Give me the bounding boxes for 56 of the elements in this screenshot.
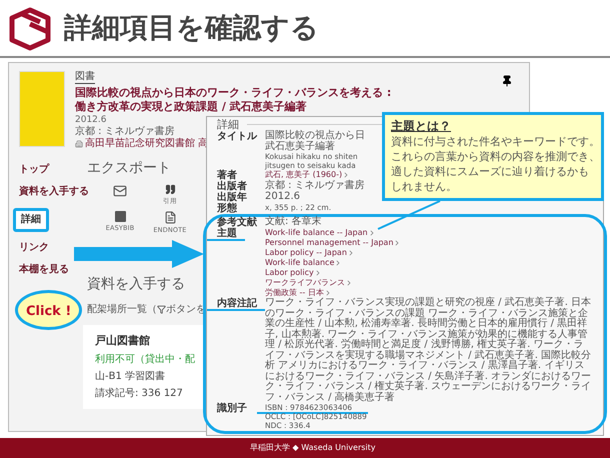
subject-link[interactable]: 武石, 恵美子 (1960-) bbox=[265, 170, 342, 180]
field-value: ワーク・ライフ・バランス実現の課題と研究の視座 / 武石恵美子著. 日本のワーク・ライフ・バランスの課題 ワーク・ライフ・バランス施策と企業の生産性 / 山本勲, 松浦寿幸著. 長時間労働と日本的雇用慣行 / 黒田祥子, 山本勲著. ワーク・ライフ・バランス施策が効果的に機能する人事管理 / 松原光代著. 労働時間と満足度 / 浅野博勝, 権丈英子著. ワーク・ライフ・バランスを実現する職場マネジメント / 武石恵美子著. 国際比較分析 アメリカにおけるワーク・ライフ・バランス / 黒澤昌子著. イギリスにおけるワーク・ライフ・バランス / 矢島洋子著. オランダにおけるワーク・ライフ・バランス / 権丈英子著. スウェーデンにおけるワーク・ライフ・バランス / 高橋美恵子著 bbox=[265, 297, 592, 402]
subject-link[interactable]: Work-life balance -- Japan bbox=[265, 228, 368, 238]
nav-link[interactable]: リンク bbox=[19, 242, 49, 254]
nav-link[interactable]: 本棚を見る bbox=[19, 264, 69, 276]
nav-link[interactable]: 詳細 bbox=[13, 208, 49, 232]
nav-link[interactable]: トップ bbox=[19, 164, 49, 176]
callout-title: 主題とは？ bbox=[391, 119, 451, 134]
callout-text: これらの言葉から資料の内容を推測でき、 bbox=[391, 149, 595, 164]
filter-icon bbox=[157, 305, 166, 314]
field-label: タイトル bbox=[217, 131, 257, 142]
field-label: 形態 bbox=[217, 203, 237, 214]
field-value: 武石恵美子編著 bbox=[265, 140, 335, 152]
click-bubble: Click ! bbox=[15, 290, 82, 330]
field-label: 参考文献 bbox=[217, 217, 257, 228]
publisher: 京都 : ミネルヴァ書房 bbox=[75, 126, 175, 138]
record-title[interactable]: 国際比較の視点から日本のワーク・ライフ・バランスを考える : 働き方改革の実現と政策課題 / 武石恵美子編著 bbox=[75, 86, 393, 114]
subject-link[interactable]: Labor policy -- Japan bbox=[265, 248, 347, 258]
pin-icon[interactable] bbox=[501, 75, 513, 87]
field-value: 京都 : ミネルヴァ書房 bbox=[265, 180, 365, 191]
library-name: 戸山図書館 bbox=[95, 333, 151, 349]
section-heading: 資料を入手する bbox=[87, 276, 186, 292]
quote-icon bbox=[164, 184, 176, 195]
subject-link[interactable]: Labor policy bbox=[265, 268, 314, 278]
publication-date: 2012.6 bbox=[75, 114, 106, 126]
field-label: 出版者 bbox=[217, 181, 247, 192]
field-label: 識別子 bbox=[217, 403, 247, 414]
subject-link[interactable]: 労働政策 -- 日本 bbox=[265, 288, 324, 298]
section-heading: エクスポート bbox=[87, 160, 172, 176]
square-icon bbox=[114, 211, 126, 222]
callout-text: 適した資料にスムーズに辿り着けるかも bbox=[391, 164, 590, 179]
field-value: 2012.6 bbox=[265, 191, 300, 202]
nav-link[interactable]: 資料を入手する bbox=[19, 186, 89, 198]
subject-link[interactable]: Personnel management -- Japan bbox=[265, 238, 394, 248]
field-value: 国際比較の視点から日 bbox=[265, 130, 365, 141]
availability-status: 利用不可（貸出中・配 bbox=[95, 352, 196, 366]
material-type: 図書 bbox=[75, 71, 95, 84]
building-icon bbox=[75, 140, 83, 148]
document-icon bbox=[164, 211, 176, 224]
callout-text: しれません。 bbox=[391, 179, 458, 194]
subject-link[interactable]: Work-life balance bbox=[265, 258, 334, 268]
footer-text: 早稲田大学 ◆ Waseda University bbox=[250, 442, 376, 454]
field-label: 著者 bbox=[217, 170, 237, 181]
field-value: 文献: 各章末 bbox=[265, 216, 322, 227]
field-label: 主題 bbox=[207, 228, 245, 241]
call-number: 請求記号: 336 127 bbox=[95, 386, 184, 400]
field-label: 内容注記 bbox=[207, 298, 265, 311]
chevron-icon bbox=[345, 279, 353, 287]
mail-icon bbox=[113, 184, 127, 198]
hint-text: 配架場所一覧（ bbox=[87, 302, 157, 317]
slide-title: 詳細項目を確認する bbox=[64, 10, 319, 46]
panel-heading: 詳細 bbox=[217, 118, 239, 131]
shelf-location: 山-B1 学習図書 bbox=[95, 370, 166, 384]
field-label: 出版年 bbox=[217, 192, 247, 203]
callout-text: 資料に付与された件名やキーワードです。 bbox=[391, 134, 595, 149]
subject-link[interactable]: ワークライフバランス bbox=[265, 278, 345, 288]
